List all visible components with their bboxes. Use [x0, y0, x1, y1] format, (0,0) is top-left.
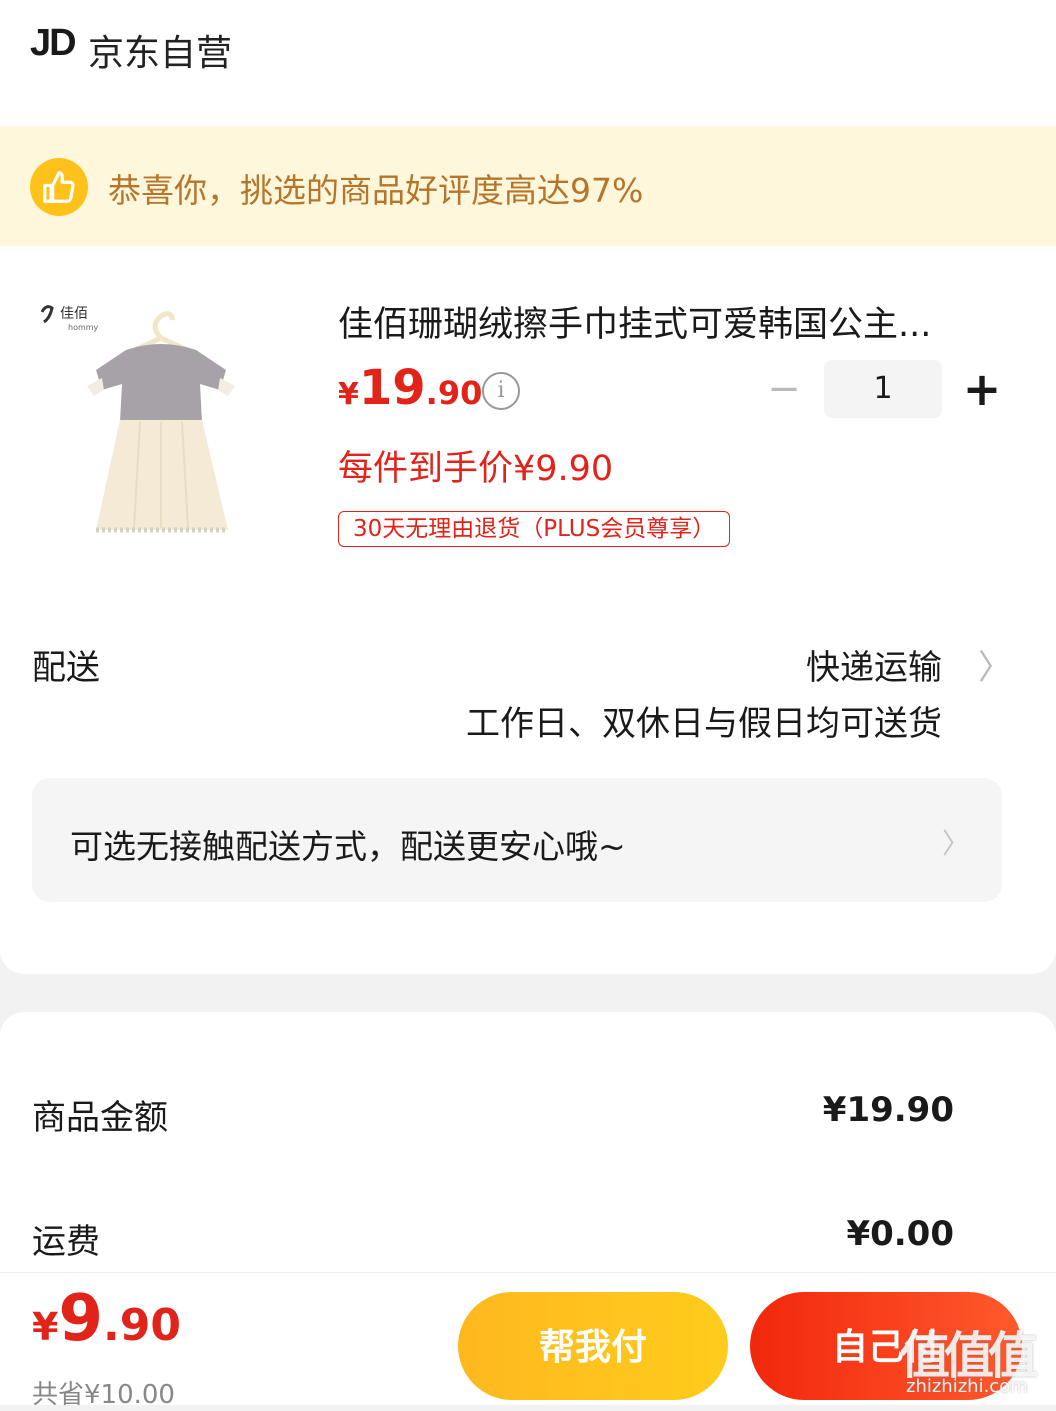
goods-amount-label: 商品金额: [32, 1098, 168, 1138]
brand-logo-subtext: hommy: [68, 323, 99, 332]
rating-text: 恭喜你，挑选的商品好评度高达97%: [108, 171, 644, 210]
brand-logo-text: 佳佰: [60, 306, 88, 322]
delivery-label: 配送: [32, 648, 100, 688]
product-image[interactable]: 佳佰 hommy: [30, 290, 292, 560]
contactless-text: 可选无接触配送方式，配送更安心哦~: [70, 827, 626, 866]
jd-logo: JD: [30, 22, 77, 64]
info-icon[interactable]: i: [482, 372, 520, 410]
store-header: JD 京东自营: [0, 0, 1056, 126]
total-decimal: .90: [102, 1300, 181, 1351]
shipping-fee-label: 运费: [32, 1222, 100, 1262]
total-currency: ¥: [32, 1305, 59, 1349]
product-title[interactable]: 佳佰珊瑚绒擦手巾挂式可爱韩国公主...: [338, 296, 998, 347]
chevron-right-icon[interactable]: 〉: [978, 640, 1012, 689]
hand-price: 每件到手价¥9.90: [338, 449, 614, 489]
store-name[interactable]: 京东自营: [88, 24, 232, 76]
help-me-pay-button[interactable]: 帮我付: [458, 1292, 728, 1400]
return-policy-badge: 30天无理由退货（PLUS会员尊享）: [338, 511, 731, 547]
product-price: ¥19.90: [338, 360, 482, 416]
quantity-increase-button[interactable]: +: [962, 364, 1002, 414]
pay-myself-button[interactable]: 自己付: [750, 1292, 1022, 1400]
total-integer: 9: [58, 1282, 103, 1356]
price-decimal: .90: [425, 374, 483, 412]
goods-amount-value: ¥19.90: [822, 1090, 954, 1130]
delivery-time: 工作日、双休日与假日均可送货: [466, 704, 942, 744]
shipping-fee-value: ¥0.00: [846, 1214, 954, 1254]
thumbs-up-icon: [30, 158, 88, 216]
price-integer: 19: [358, 360, 426, 416]
total-price: ¥9.90: [32, 1282, 181, 1356]
quantity-input[interactable]: 1: [824, 360, 942, 418]
savings-text: 共省¥10.00: [32, 1380, 175, 1410]
contactless-delivery-option[interactable]: 可选无接触配送方式，配送更安心哦~ 〉: [32, 778, 1002, 902]
price-currency: ¥: [338, 377, 359, 412]
chevron-right-icon: 〉: [942, 827, 971, 860]
quantity-decrease-button[interactable]: −: [766, 369, 802, 409]
delivery-method[interactable]: 快递运输: [806, 640, 942, 689]
